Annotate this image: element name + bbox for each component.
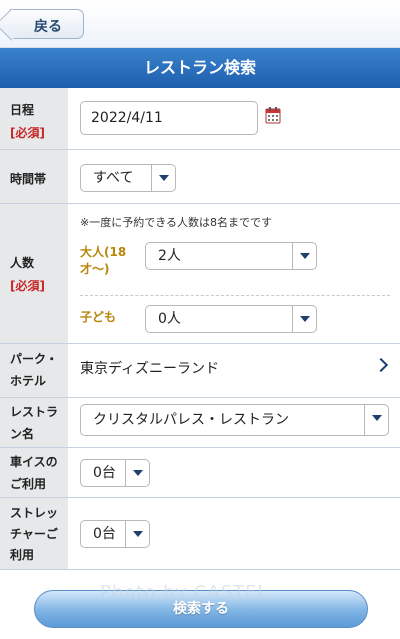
restaurant-label: レストラン名 (10, 405, 59, 441)
time-select[interactable]: すべて (80, 164, 176, 192)
stretcher-label-cell: ストレッチャーご利用 (0, 498, 68, 569)
park-value: 東京ディズニーランド (80, 361, 220, 377)
chevron-down-icon (292, 243, 316, 269)
people-required: [必須] (10, 279, 45, 293)
chevron-down-icon (125, 521, 149, 547)
stretcher-select-value: 0台 (93, 526, 116, 542)
calendar-icon[interactable] (265, 107, 281, 124)
chevron-down-icon (292, 306, 316, 332)
stretcher-select[interactable]: 0台 (80, 520, 150, 548)
wheelchair-label-cell: 車イスのご利用 (0, 448, 68, 497)
people-divider (80, 295, 390, 296)
back-button[interactable]: 戻る (10, 9, 84, 39)
date-input[interactable]: 2022/4/11 (80, 101, 258, 135)
stretcher-label: ストレッチャーご利用 (10, 506, 59, 562)
child-label: 子ども (80, 310, 117, 324)
chevron-down-icon (125, 460, 149, 486)
watermark: Photo by CASTEL (100, 582, 269, 603)
restaurant-select-value: クリスタルパレス・レストラン (93, 412, 289, 428)
time-row: 時間帯 (0, 150, 400, 204)
date-label-cell: 日程 [必須] (0, 88, 68, 149)
adult-select[interactable]: 2人 (145, 242, 317, 270)
adult-label: 大人(18才〜) (80, 245, 127, 276)
restaurant-select[interactable]: クリスタルパレス・レストラン (80, 404, 389, 436)
restaurant-label-cell: レストラン名 (0, 398, 68, 447)
child-select[interactable]: 0人 (145, 305, 317, 333)
wheelchair-select[interactable]: 0台 (80, 459, 150, 487)
people-note: ※一度に予約できる人数は8名までです (80, 216, 272, 229)
child-select-value: 0人 (158, 311, 181, 327)
wheelchair-row: 車イスのご利用 (0, 448, 400, 498)
park-label-cell: パーク・ホテル (0, 344, 68, 397)
adult-select-value: 2人 (158, 248, 181, 264)
wheelchair-label: 車イスのご利用 (10, 455, 58, 491)
top-bar: 戻る (0, 0, 400, 48)
date-required: [必須] (10, 126, 45, 140)
stretcher-row: ストレッチャーご利用 (0, 498, 400, 570)
chevron-down-icon (151, 165, 175, 191)
time-label-cell: 時間帯 (0, 150, 68, 203)
date-label: 日程 (10, 103, 35, 117)
people-label: 人数 (10, 256, 35, 270)
people-label-cell: 人数 [必須] (0, 204, 68, 343)
chevron-down-icon (364, 405, 388, 435)
time-select-value: すべて (93, 170, 134, 186)
back-button-label: 戻る (34, 19, 62, 35)
time-label: 時間帯 (10, 172, 47, 186)
park-label: パーク・ホテル (10, 352, 58, 388)
wheelchair-select-value: 0台 (93, 465, 116, 481)
page-title: レストラン検索 (0, 48, 400, 88)
